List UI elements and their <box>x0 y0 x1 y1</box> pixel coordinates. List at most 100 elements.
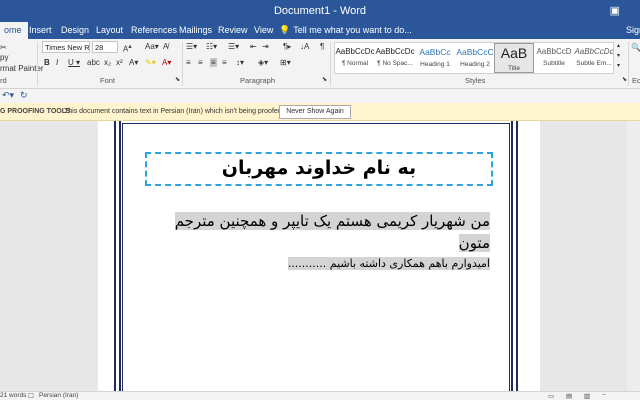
style-subtle-emphasis[interactable]: AaBbCcDc Subtle Em... <box>574 43 614 73</box>
never-show-again-button[interactable]: Never Show Again <box>279 105 351 119</box>
text-effects-icon[interactable]: A▾ <box>129 58 138 67</box>
tab-view[interactable]: View <box>254 25 273 35</box>
style-sample: AaB <box>500 45 528 61</box>
styles-scroll-up-icon[interactable]: ▴ <box>617 42 620 49</box>
align-left-icon[interactable]: ≡ <box>186 58 191 67</box>
tab-review[interactable]: Review <box>218 25 248 35</box>
clipboard-group-label: rd <box>0 76 7 85</box>
document-paragraph-1[interactable]: من شهریار کریمی هستم یک تایپر و همچنین م… <box>160 210 490 254</box>
style-name: ¶ Normal <box>341 60 369 67</box>
style-name: Title <box>507 65 521 72</box>
scissors-icon[interactable]: ✂ <box>0 43 7 52</box>
show-marks-icon[interactable]: ¶ <box>320 42 324 51</box>
align-right-icon[interactable]: ≡ <box>210 58 217 67</box>
font-color-icon[interactable]: A▾ <box>162 58 171 67</box>
ribbon: ✂ py rmat Painter rd Times New Ro 28 A▴ … <box>0 39 640 89</box>
tab-home[interactable]: ome <box>0 22 28 39</box>
style-name: Subtitle <box>543 60 565 67</box>
borders-icon[interactable]: ⊞▾ <box>280 58 291 67</box>
undo-icon[interactable]: ↶▾ <box>2 90 14 101</box>
find-icon[interactable]: 🔍 <box>631 43 640 52</box>
zoom-out-icon[interactable]: − <box>602 392 606 399</box>
tab-layout[interactable]: Layout <box>96 25 123 35</box>
group-divider <box>182 42 183 86</box>
redo-icon[interactable]: ↻ <box>20 90 28 101</box>
editing-group-label: Ed <box>632 76 640 85</box>
superscript-icon[interactable]: x² <box>116 58 123 67</box>
style-normal[interactable]: AaBbCcDc ¶ Normal <box>335 43 375 73</box>
title-bar: Document1 - Word ▣ <box>0 0 640 22</box>
bullets-icon[interactable]: ☰▾ <box>186 42 197 51</box>
proofing-infobar: G PROOFING TOOLS This document contains … <box>0 103 640 121</box>
infobar-title: G PROOFING TOOLS <box>0 108 71 115</box>
font-dialog-launcher-icon[interactable]: ⬊ <box>175 76 180 83</box>
strikethrough-icon[interactable]: abc <box>87 58 100 67</box>
style-name: ¶ No Spac... <box>377 60 413 67</box>
style-heading-2[interactable]: AaBbCcC Heading 2 <box>455 43 495 73</box>
sign-in-link[interactable]: Sign <box>626 25 640 35</box>
shading-icon[interactable]: ◈▾ <box>258 58 268 67</box>
style-sample: AaBbCcD <box>536 47 572 56</box>
proofing-icon[interactable]: ☐ <box>28 392 34 400</box>
justify-icon[interactable]: ≡ <box>222 58 227 67</box>
tab-references[interactable]: References <box>131 25 177 35</box>
read-mode-icon[interactable]: ▭ <box>548 392 554 400</box>
styles-group-label: Styles <box>465 76 486 85</box>
multilevel-list-icon[interactable]: ☰▾ <box>228 42 239 51</box>
underline-button[interactable]: U ▾ <box>68 58 80 67</box>
style-sample: AaBbCc <box>419 47 451 57</box>
tab-insert[interactable]: Insert <box>29 25 52 35</box>
group-divider <box>628 42 629 86</box>
numbering-icon[interactable]: ☷▾ <box>206 42 217 51</box>
style-sample: AaBbCcDc <box>574 47 614 56</box>
status-bar: 21 words ☐ Persian (Iran) ▭ ▤ ▥ − <box>0 391 640 400</box>
paragraph-2-text: امیدوارم باهم همکاری داشته باشیم .......… <box>287 257 490 270</box>
tab-mailings[interactable]: Mailings <box>179 25 212 35</box>
style-title[interactable]: AaB Title <box>494 43 534 73</box>
web-layout-icon[interactable]: ▥ <box>584 392 590 400</box>
style-no-spacing[interactable]: AaBbCcDc ¶ No Spac... <box>375 43 415 73</box>
font-name-select[interactable]: Times New Ro <box>42 41 90 53</box>
italic-button[interactable]: I <box>56 58 58 67</box>
copy-button[interactable]: py <box>0 53 8 62</box>
highlight-icon[interactable]: ✎▾ <box>145 58 156 67</box>
tell-me-box[interactable]: 💡 Tell me what you want to do... <box>279 25 412 36</box>
sort-icon[interactable]: ↓A <box>300 42 309 51</box>
paragraph-dialog-launcher-icon[interactable]: ⬊ <box>322 76 327 83</box>
line-spacing-icon[interactable]: ↕▾ <box>236 58 244 67</box>
infobar-message: This document contains text in Persian (… <box>64 108 284 115</box>
print-layout-icon[interactable]: ▤ <box>566 392 572 400</box>
grow-font-icon[interactable]: A▴ <box>123 42 132 54</box>
styles-more-icon[interactable]: ▾ <box>617 62 620 69</box>
style-name: Heading 1 <box>420 61 450 68</box>
styles-scroll-down-icon[interactable]: ▾ <box>617 52 620 59</box>
language-status[interactable]: Persian (Iran) <box>39 392 78 399</box>
style-sample: AaBbCcDc <box>335 47 375 56</box>
tab-design[interactable]: Design <box>61 25 89 35</box>
group-divider <box>330 42 331 86</box>
font-size-select[interactable]: 28 <box>92 41 118 53</box>
style-name: Heading 2 <box>460 61 490 68</box>
document-heading[interactable]: به نام خداوند مهربان <box>145 152 493 186</box>
window-title: Document1 - Word <box>273 5 367 17</box>
quick-access-toolbar: ↶▾ ↻ <box>0 89 640 103</box>
align-center-icon[interactable]: ≡ <box>198 58 203 67</box>
increase-indent-icon[interactable]: ⇥ <box>262 42 269 51</box>
ribbon-display-options-icon[interactable]: ▣ <box>610 4 620 17</box>
style-name: Subtle Em... <box>576 60 612 67</box>
style-heading-1[interactable]: AaBbCc Heading 1 <box>415 43 455 73</box>
document-page[interactable]: به نام خداوند مهربان من شهریار کریمی هست… <box>98 121 540 400</box>
subscript-icon[interactable]: x₂ <box>104 58 111 67</box>
decrease-indent-icon[interactable]: ⇤ <box>250 42 257 51</box>
ribbon-tabs: ome Insert Design Layout References Mail… <box>0 22 640 39</box>
document-paragraph-2[interactable]: امیدوارم باهم همکاری داشته باشیم .......… <box>258 257 490 271</box>
style-subtitle[interactable]: AaBbCcD Subtitle <box>534 43 574 73</box>
styles-dialog-launcher-icon[interactable]: ⬊ <box>622 76 627 83</box>
document-canvas[interactable]: به نام خداوند مهربان من شهریار کریمی هست… <box>0 121 640 400</box>
change-case-icon[interactable]: Aa▾ <box>145 42 159 51</box>
bold-button[interactable]: B <box>44 58 50 67</box>
word-count[interactable]: 21 words <box>0 392 26 399</box>
clear-formatting-icon[interactable]: A̸ <box>163 42 168 51</box>
ltr-icon[interactable]: ¶▸ <box>283 42 291 51</box>
vertical-scrollbar[interactable] <box>627 121 640 391</box>
